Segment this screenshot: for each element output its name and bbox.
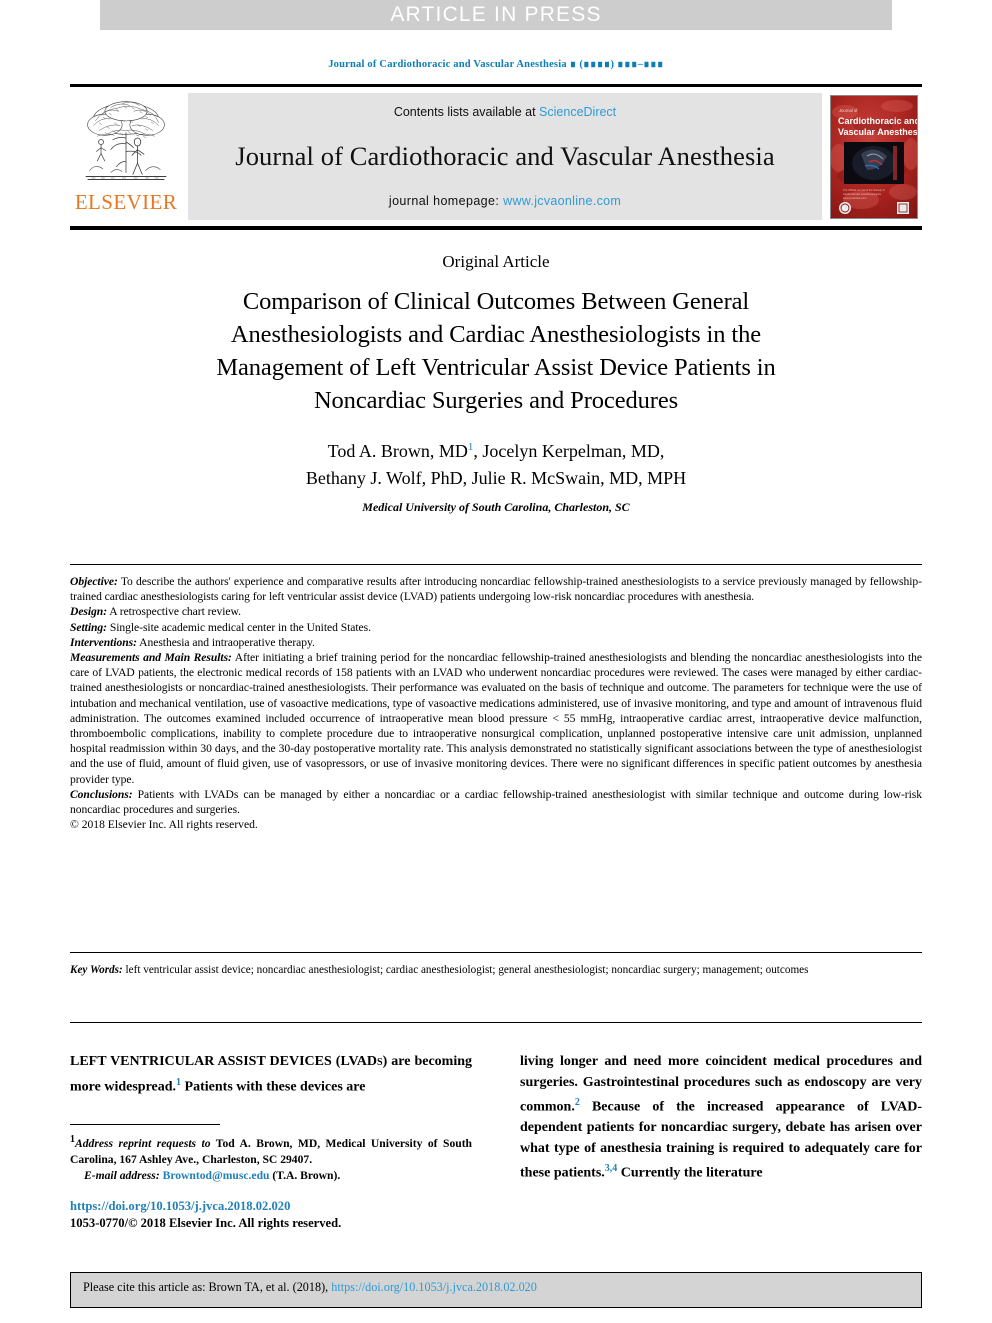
running-citation-line: Journal of Cardiothoracic and Vascular A…	[328, 59, 664, 70]
reference-marker-3-4[interactable]: 3,4	[605, 1163, 618, 1174]
body-column-right: living longer and need more coincident m…	[520, 1052, 922, 1184]
author-primary: Tod A. Brown, MD	[327, 441, 468, 461]
abstract-conclusions-text: Patients with LVADs can be managed by ei…	[70, 787, 922, 817]
abstract-objective: Objective: To describe the authors' expe…	[70, 574, 922, 604]
journal-homepage-line: journal homepage: www.jcvaonline.com	[389, 194, 621, 208]
abstract-conclusions-label: Conclusions:	[70, 787, 133, 801]
footnote-email-suffix: (T.A. Brown).	[269, 1168, 341, 1182]
author-line1-rest: , Jocelyn Kerpelman, MD,	[473, 441, 665, 461]
abstract-setting: Setting: Single-site academic medical ce…	[70, 620, 922, 635]
intro-tail: Patients with these devices are	[181, 1079, 366, 1095]
abstract-objective-label: Objective:	[70, 575, 118, 588]
keywords-section: Key Words: left ventricular assist devic…	[70, 952, 922, 978]
abstract-objective-text: To describe the authors' experience and …	[70, 575, 922, 604]
doi-link[interactable]: https://doi.org/10.1053/j.jvca.2018.02.0…	[70, 1198, 570, 1215]
publication-info: https://doi.org/10.1053/j.jvca.2018.02.0…	[70, 1198, 570, 1232]
footnote-address-label: Address reprint requests to	[75, 1136, 211, 1150]
contents-lists-prefix: Contents lists available at	[393, 105, 536, 119]
issn-copyright: 1053-0770/© 2018 Elsevier Inc. All right…	[70, 1216, 342, 1230]
abstract-design: Design: A retrospective chart review.	[70, 604, 922, 619]
elsevier-logo: ELSEVIER	[70, 87, 182, 226]
abstract-measurements: Measurements and Main Results: After ini…	[70, 650, 922, 787]
journal-masthead: ELSEVIER Contents lists available at Sci…	[70, 84, 922, 230]
article-in-press-label: ARTICLE IN PRESS	[390, 3, 602, 26]
body-top-rule	[70, 1022, 922, 1023]
journal-homepage-prefix: journal homepage:	[388, 194, 500, 208]
cite-footer-link[interactable]: https://doi.org/10.1053/j.jvca.2018.02.0…	[331, 1280, 537, 1294]
abstract-interventions-text: Anesthesia and intraoperative therapy.	[136, 635, 315, 649]
footnote-separator	[70, 1124, 220, 1125]
abstract-design-text: A retrospective chart review.	[107, 605, 241, 619]
abstract-interventions: Interventions: Anesthesia and intraopera…	[70, 635, 922, 650]
intro-right-c: Currently the literature	[617, 1165, 763, 1181]
abstract-conclusions: Conclusions: Patients with LVADs can be …	[70, 787, 922, 817]
affiliation: Medical University of South Carolina, Ch…	[362, 500, 630, 514]
keywords-line: Key Words: left ventricular assist devic…	[70, 963, 922, 978]
keywords-label: Key Words:	[70, 964, 123, 976]
keywords-text: left ventricular assist device; noncardi…	[122, 964, 809, 976]
journal-title: Journal of Cardiothoracic and Vascular A…	[235, 141, 775, 171]
sciencedirect-header-box: Contents lists available at ScienceDirec…	[188, 93, 822, 220]
footnote-email-label: E-mail address:	[84, 1168, 160, 1182]
abstract-copyright: © 2018 Elsevier Inc. All rights reserved…	[70, 818, 258, 832]
svg-text:www.jcvaonline.com: www.jcvaonline.com	[843, 196, 866, 200]
svg-text:Journal of: Journal of	[839, 108, 858, 113]
author-line2: Bethany J. Wolf, PhD, Julie R. McSwain, …	[305, 468, 687, 488]
journal-cover-artwork: Journal of Cardiothoracic and Vascular A…	[831, 95, 917, 218]
page-title: Comparison of Clinical Outcomes Between …	[216, 288, 776, 414]
cite-footer-text: Please cite this article as: Brown TA, e…	[83, 1280, 537, 1295]
article-in-press-banner: ARTICLE IN PRESS	[100, 0, 892, 30]
abstract-measurements-text: After initiating a brief training period…	[70, 651, 922, 786]
abstract-section: Objective: To describe the authors' expe…	[70, 564, 922, 832]
journal-homepage-link[interactable]: www.jcvaonline.com	[503, 194, 621, 208]
sciencedirect-link[interactable]: ScienceDirect	[539, 105, 616, 119]
svg-text:Cardiovascular Anesthesiologis: Cardiovascular Anesthesiologists	[843, 192, 882, 196]
svg-text:The Official Journal of the So: The Official Journal of the Society of	[843, 188, 885, 192]
body-column-left: LEFT VENTRICULAR ASSIST DEVICES (LVADs) …	[70, 1052, 472, 1098]
contents-lists-line: Contents lists available at ScienceDirec…	[394, 105, 616, 119]
abstract-interventions-label: Interventions:	[70, 635, 137, 649]
author-list: Tod A. Brown, MD1, Jocelyn Kerpelman, MD…	[146, 434, 846, 492]
svg-text:Vascular Anesthesia: Vascular Anesthesia	[838, 127, 917, 137]
cite-this-article-footer: Please cite this article as: Brown TA, e…	[70, 1272, 922, 1308]
footnote-email: E-mail address: Browntod@musc.edu (T.A. …	[70, 1168, 472, 1184]
abstract-design-label: Design:	[70, 605, 108, 619]
abstract-setting-text: Single-site academic medical center in t…	[106, 620, 371, 634]
article-type-label: Original Article	[442, 252, 550, 271]
intro-paragraph-right: living longer and need more coincident m…	[520, 1052, 922, 1184]
journal-cover-cell: Journal of Cardiothoracic and Vascular A…	[826, 87, 922, 226]
journal-cover-thumbnail: Journal of Cardiothoracic and Vascular A…	[830, 94, 918, 219]
elsevier-tree-icon	[85, 101, 167, 180]
intro-paragraph-left: LEFT VENTRICULAR ASSIST DEVICES (LVADs) …	[70, 1052, 472, 1098]
abstract-setting-label: Setting:	[70, 620, 107, 634]
intro-opening-caps: LEFT VENTRICULAR ASSIST DEVICES (LVADs)	[70, 1054, 388, 1069]
footnote-address: 1Address reprint requests to Tod A. Brow…	[70, 1132, 472, 1168]
abstract-measurements-label: Measurements and Main Results:	[70, 651, 232, 665]
footnote-email-link[interactable]: Browntod@musc.edu	[163, 1169, 270, 1182]
cite-footer-prefix: Please cite this article as: Brown TA, e…	[83, 1280, 329, 1294]
elsevier-wordmark: ELSEVIER	[74, 190, 178, 214]
footnote-block: 1Address reprint requests to Tod A. Brow…	[70, 1132, 472, 1184]
svg-text:Cardiothoracic and: Cardiothoracic and	[838, 116, 917, 126]
